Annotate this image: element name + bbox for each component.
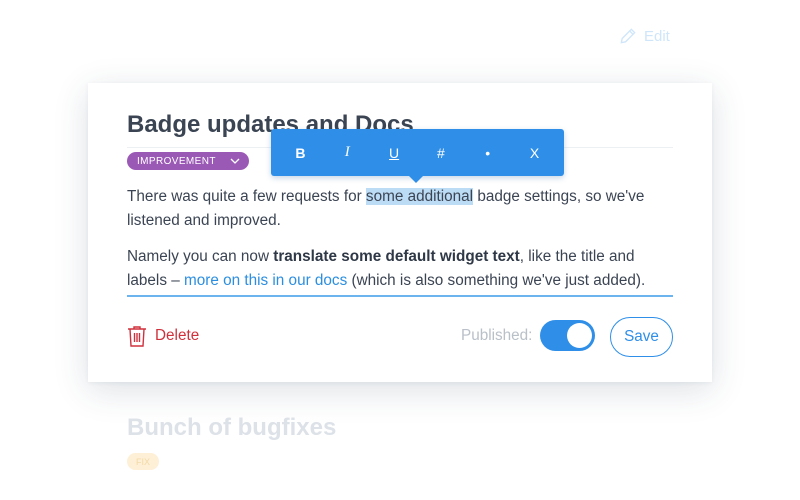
italic-button[interactable]: I xyxy=(329,137,365,169)
text-selection: some additional xyxy=(365,188,474,205)
save-button[interactable]: Save xyxy=(610,317,673,357)
close-toolbar-button[interactable]: X xyxy=(517,137,553,169)
delete-button[interactable]: Delete xyxy=(127,325,199,347)
bullet-list-button[interactable]: • xyxy=(470,137,506,169)
published-toggle[interactable] xyxy=(540,320,595,351)
docs-link[interactable]: more on this in our docs xyxy=(184,272,347,289)
body-paragraph-1: There was quite a few requests for some … xyxy=(127,188,645,229)
category-tag-label: IMPROVEMENT xyxy=(137,155,216,167)
trash-icon xyxy=(128,326,146,347)
published-label: Published: xyxy=(461,327,533,344)
editor-focus-line xyxy=(127,295,673,297)
toggle-knob xyxy=(567,323,592,348)
next-entry-tag[interactable]: FIX xyxy=(127,453,160,470)
heading-button[interactable]: # xyxy=(423,137,459,169)
next-entry-title[interactable]: Bunch of bugfixes xyxy=(127,414,336,442)
entry-body-editor[interactable]: There was quite a few requests for some … xyxy=(127,185,673,305)
category-tag-dropdown[interactable]: IMPROVEMENT xyxy=(127,152,249,170)
next-entry-tag-label: FIX xyxy=(136,456,151,467)
underline-button[interactable]: U xyxy=(376,137,412,169)
body-paragraph-2: Namely you can now translate some defaul… xyxy=(127,248,646,289)
format-toolbar: B I U # • X xyxy=(271,129,564,183)
bold-button[interactable]: B xyxy=(282,137,318,169)
edit-label: Edit xyxy=(644,27,670,45)
bold-text: translate some default widget text xyxy=(273,248,520,265)
edit-link[interactable]: Edit xyxy=(618,26,670,46)
changelog-editor: Edit Badge updates and Docs IMPROVEMENT … xyxy=(0,0,800,500)
chevron-down-icon xyxy=(230,158,240,164)
entry-editor-card: Badge updates and Docs IMPROVEMENT There… xyxy=(88,83,712,382)
delete-label: Delete xyxy=(155,327,200,344)
pencil-icon xyxy=(620,28,636,44)
